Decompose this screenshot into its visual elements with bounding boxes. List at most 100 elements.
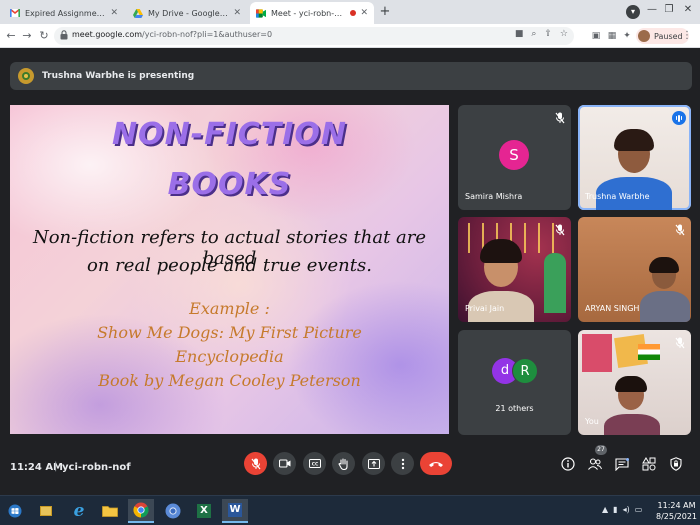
people-button[interactable] (587, 456, 603, 472)
wall-poster (582, 334, 612, 372)
close-tab-icon[interactable]: ✕ (233, 8, 241, 18)
tab-google-meet[interactable]: Meet - yci-robn-nof ✕ (250, 2, 374, 24)
tab-label: Meet - yci-robn-nof (271, 8, 347, 18)
battery-icon[interactable]: ▭ (635, 505, 643, 514)
windows-start-icon (8, 504, 22, 518)
start-button[interactable] (2, 499, 28, 523)
slide-example-line-2: Encyclopedia (175, 347, 284, 366)
volume-icon[interactable]: ◂) (623, 505, 630, 514)
participant-tile-aryan-singh[interactable]: ARYAN SINGH (578, 217, 691, 322)
profile-button[interactable]: Paused (636, 28, 689, 44)
host-controls-button[interactable] (668, 456, 684, 472)
raise-hand-button[interactable] (332, 452, 355, 475)
participant-tile-trushna-warbhe[interactable]: Trushna Warbhe (578, 105, 691, 210)
participant-hair (615, 376, 647, 392)
presenter-banner: Trushna Warbhe is presenting (10, 62, 692, 90)
bookmark-star-icon[interactable]: ☆ (560, 29, 568, 39)
close-tab-icon[interactable]: ✕ (110, 8, 118, 18)
participant-name: Privai Jain (465, 304, 505, 313)
slide-title-line-1: NON-FICTION (111, 117, 348, 152)
meeting-details-button[interactable] (560, 456, 576, 472)
slide-body-line-2: on real people and true events. (87, 255, 372, 276)
participant-shirt (640, 291, 690, 322)
taskbar-clock[interactable]: 11:24 AM 8/25/2021 (656, 500, 697, 522)
meet-window: Trushna Warbhe is presenting NON-FICTION… (0, 49, 700, 495)
camera-in-use-icon[interactable]: ■ (515, 29, 524, 39)
close-tab-icon[interactable]: ✕ (360, 8, 368, 18)
address-bar[interactable]: meet.google.com/yci-robn-nof?pli=1&authu… (54, 27, 574, 45)
excel-button[interactable]: X (191, 499, 217, 523)
people-icon (588, 458, 602, 470)
participant-tile-others[interactable]: d R 21 others (458, 330, 571, 435)
minimize-icon[interactable]: — (644, 4, 660, 15)
task-view-button[interactable] (33, 499, 59, 523)
forward-icon[interactable]: → (20, 29, 34, 43)
muted-mic-icon (675, 337, 685, 349)
more-vert-icon (401, 458, 404, 469)
tab-search-icon[interactable]: ▾ (626, 5, 640, 19)
windows-taskbar: e X W ▲ ▮ ◂) ▭ 11:24 AM 8/25/2021 (0, 495, 700, 525)
system-tray: ▲ ▮ ◂) ▭ (602, 505, 642, 514)
restore-window-icon[interactable]: ❐ (661, 4, 677, 15)
others-count: 21 others (495, 404, 534, 413)
extensions-puzzle-icon[interactable]: ✦ (621, 30, 633, 42)
participant-avatar: S (499, 140, 529, 170)
google-drive-icon (133, 8, 143, 18)
info-icon (561, 457, 575, 471)
participant-name: ARYAN SINGH (585, 304, 640, 313)
captions-button[interactable]: CC (303, 452, 326, 475)
folder-button[interactable] (97, 499, 123, 523)
slide-title-line-2: BOOKS (167, 167, 292, 202)
activities-button[interactable] (641, 456, 657, 472)
word-icon: W (228, 503, 242, 517)
browser-menu-icon[interactable]: ⋮ (682, 30, 692, 41)
close-window-icon[interactable]: ✕ (680, 4, 696, 15)
people-count-badge: 27 (595, 445, 607, 455)
divider: | (54, 461, 58, 472)
show-hidden-icons-icon[interactable]: ▲ (602, 505, 608, 514)
reload-icon[interactable]: ↻ (37, 29, 51, 43)
chat-icon (615, 457, 629, 471)
extension-grid-icon[interactable]: ▦ (606, 30, 618, 42)
participant-hair (614, 129, 654, 151)
participant-hair (649, 257, 679, 273)
extension-icon[interactable]: ▣ (590, 30, 602, 42)
camera-toggle-button[interactable] (273, 452, 296, 475)
url-text: meet.google.com/yci-robn-nof?pli=1&authu… (72, 30, 272, 39)
participant-hair (480, 239, 522, 263)
word-button[interactable]: W (222, 499, 248, 523)
camera-icon (278, 459, 290, 468)
participant-shirt (604, 414, 660, 435)
chrome-alt-icon (165, 503, 181, 519)
lock-icon[interactable] (60, 30, 68, 40)
internet-explorer-button[interactable]: e (66, 499, 92, 523)
participant-name: Samira Mishra (465, 192, 523, 201)
share-icon[interactable]: ⇪ (544, 29, 552, 39)
zoom-icon[interactable]: ⌕ (531, 29, 536, 39)
chrome-button[interactable] (128, 499, 154, 523)
hang-up-icon (429, 461, 443, 467)
meeting-code: yci-robn-nof (62, 462, 131, 473)
network-icon[interactable]: ▮ (613, 505, 617, 514)
back-icon[interactable]: ← (4, 29, 18, 43)
new-tab-button[interactable]: + (377, 4, 393, 20)
muted-mic-icon (555, 224, 565, 236)
tab-gmail[interactable]: Expired Assignment Request: libr ✕ (4, 2, 124, 24)
participant-tile-privai-jain[interactable]: Privai Jain (458, 217, 571, 322)
muted-mic-icon (675, 224, 685, 236)
internet-explorer-icon: e (73, 501, 85, 521)
present-now-button[interactable] (362, 452, 385, 475)
speaking-indicator-icon (672, 111, 686, 125)
tab-google-drive[interactable]: My Drive - Google Drive ✕ (127, 2, 247, 24)
chat-button[interactable] (614, 456, 630, 472)
leave-call-button[interactable] (420, 452, 452, 475)
chrome-alt-button[interactable] (160, 499, 186, 523)
microphone-toggle-button[interactable] (244, 452, 267, 475)
browser-tab-strip: Expired Assignment Request: libr ✕ My Dr… (0, 0, 700, 24)
slide-example-line-1: Show Me Dogs: My First Picture (97, 323, 362, 342)
more-options-button[interactable] (391, 452, 414, 475)
taskbar-date: 8/25/2021 (656, 512, 698, 521)
participant-tile-samira-mishra[interactable]: S Samira Mishra (458, 105, 571, 210)
svg-text:CC: CC (311, 462, 318, 468)
participant-tile-you[interactable]: You (578, 330, 691, 435)
